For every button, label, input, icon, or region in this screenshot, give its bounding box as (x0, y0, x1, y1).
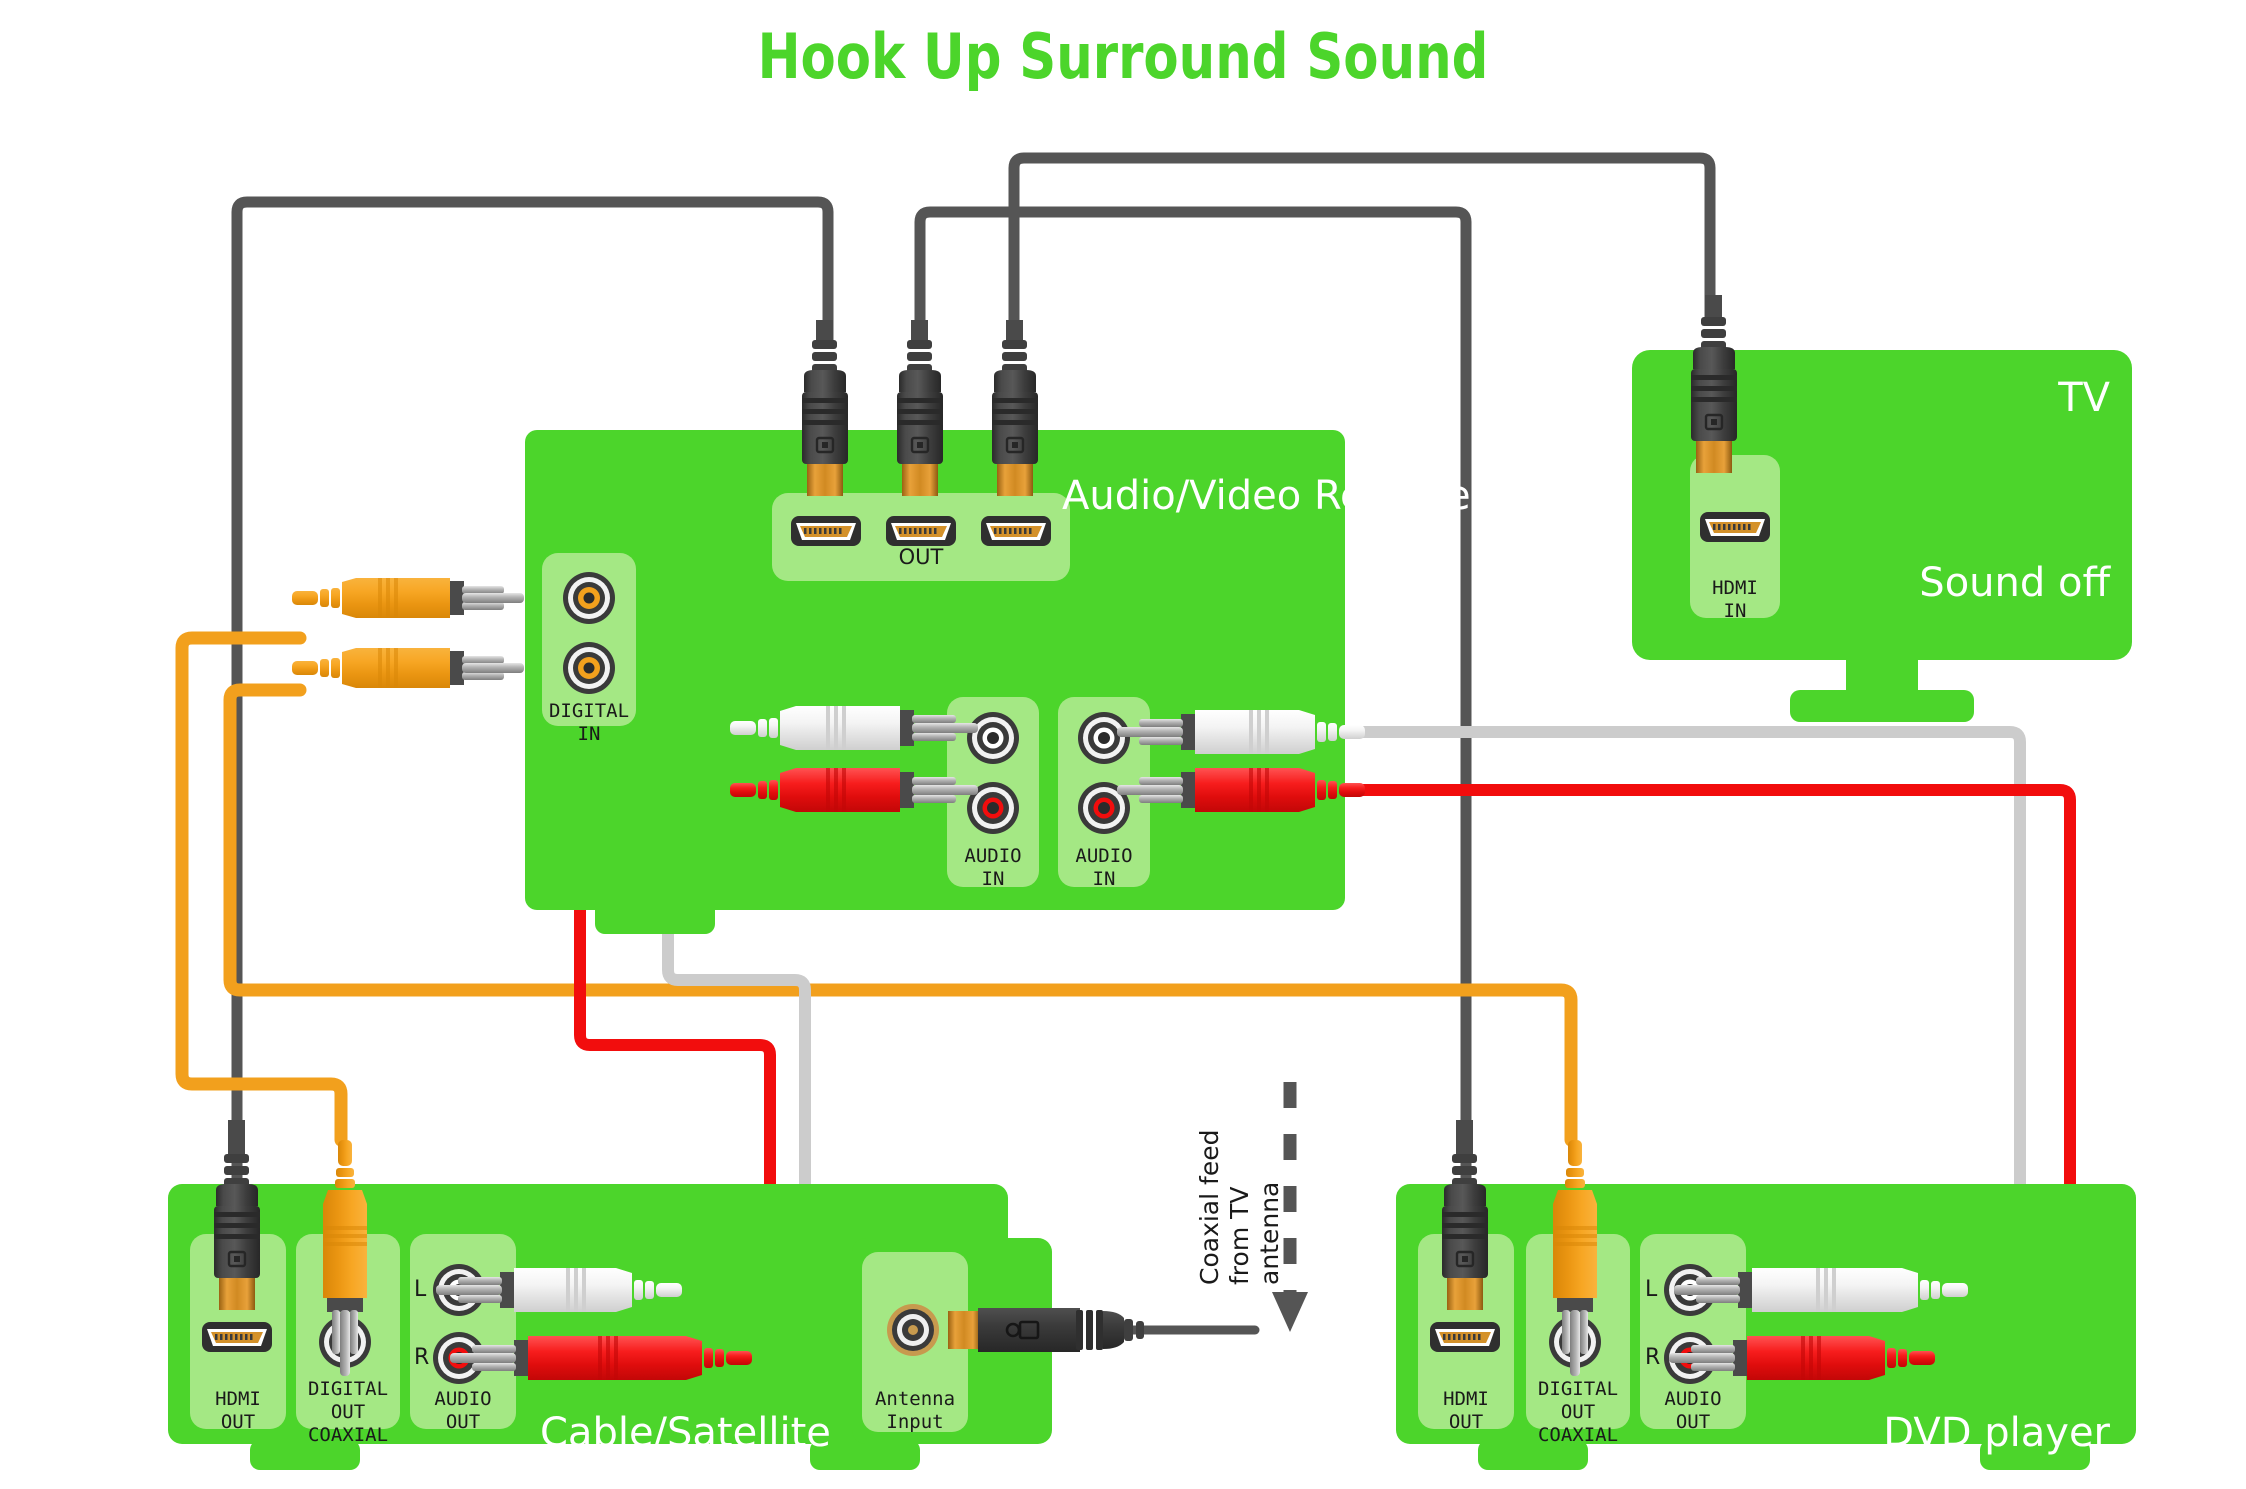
tv-label: TV (2058, 375, 2110, 421)
tv-status-label: Sound off (1919, 560, 2110, 606)
hdmi-socket-icon (791, 516, 861, 546)
rca-socket-digital-in-1[interactable] (563, 572, 615, 624)
tv-stand-base (1790, 690, 1974, 722)
rca-socket-audio-in-1-white[interactable] (967, 712, 1019, 764)
page-title: Hook Up Surround Sound (757, 20, 1489, 93)
hdmi-plug-dvd (1442, 1120, 1488, 1310)
receiver-digital-in-label: DIGITAL IN (548, 700, 630, 745)
receiver-label: Audio/Video Receiver (1062, 473, 1487, 519)
tv-hdmi-in-label: HDMI IN (1712, 577, 1758, 622)
cablesat-coaxial-label: COAXIAL (307, 1424, 389, 1446)
rca-socket-audio-in-2-white[interactable] (1078, 712, 1130, 764)
orange-cable-cablesat-to-digital-in (175, 631, 348, 1147)
coax-socket-antenna-input[interactable] (887, 1304, 939, 1356)
hdmi-socket-icon[interactable] (1430, 1322, 1500, 1352)
receiver-hdmi-out-label: OUT (898, 545, 944, 569)
cablesat-audio-right-label: R (414, 1345, 430, 1370)
hdmi-socket-icon (886, 516, 956, 546)
coax-feed-arrowhead (1272, 1292, 1308, 1332)
rca-plug-orange-digital-1 (292, 578, 524, 618)
rca-socket-digital-in-2[interactable] (563, 642, 615, 694)
hdmi-socket-icon (981, 516, 1051, 546)
receiver-audio-in-1-label: AUDIO IN (964, 845, 1022, 890)
hdmi-socket-icon[interactable] (1700, 512, 1770, 542)
cablesat-label: Cable/Satellite (540, 1410, 831, 1456)
dvd-audio-out-label: AUDIO OUT (1664, 1388, 1722, 1433)
cablesat-digital-out-label: DIGITAL OUT (307, 1378, 389, 1423)
hdmi-plug-tv (1691, 295, 1737, 473)
hdmi-plug-receiver-2 (897, 320, 943, 496)
hdmi-plug-receiver-3 (992, 320, 1038, 496)
hdmi-plug-cablesat (214, 1120, 260, 1310)
diagram-canvas: Hook Up Surround Sound Audio/Video Recei… (0, 0, 2246, 1489)
cablesat-audio-left-label: L (414, 1277, 427, 1302)
dvd-audio-right-label: R (1645, 1345, 1661, 1370)
dvd-digital-out-label: DIGITAL OUT (1537, 1378, 1619, 1423)
hdmi-plug-receiver-1 (802, 320, 848, 496)
dvd-audio-left-label: L (1645, 1277, 1658, 1302)
coax-feed-annotation: Coaxial feed from TV antenna (1195, 1129, 1284, 1285)
cablesat-antenna-input-label: Antenna Input (874, 1388, 956, 1433)
dvd-label: DVD player (1883, 1410, 2110, 1456)
cablesat-hdmi-out-label: HDMI OUT (215, 1388, 261, 1433)
hdmi-cable-receiver-to-tv (1008, 152, 1716, 346)
dvd-coaxial-label: COAXIAL (1537, 1424, 1619, 1446)
wiring-diagram-svg (168, 152, 2136, 1470)
cablesat-audio-out-label: AUDIO OUT (434, 1388, 492, 1433)
coax-plug-antenna (948, 1308, 1144, 1352)
receiver-hdmi-socket-group[interactable] (791, 516, 1051, 546)
receiver-audio-in-2-label: AUDIO IN (1075, 845, 1133, 890)
hdmi-socket-icon[interactable] (202, 1322, 272, 1352)
rca-plug-orange-digital-2 (292, 648, 524, 688)
dvd-hdmi-out-label: HDMI OUT (1443, 1388, 1489, 1433)
